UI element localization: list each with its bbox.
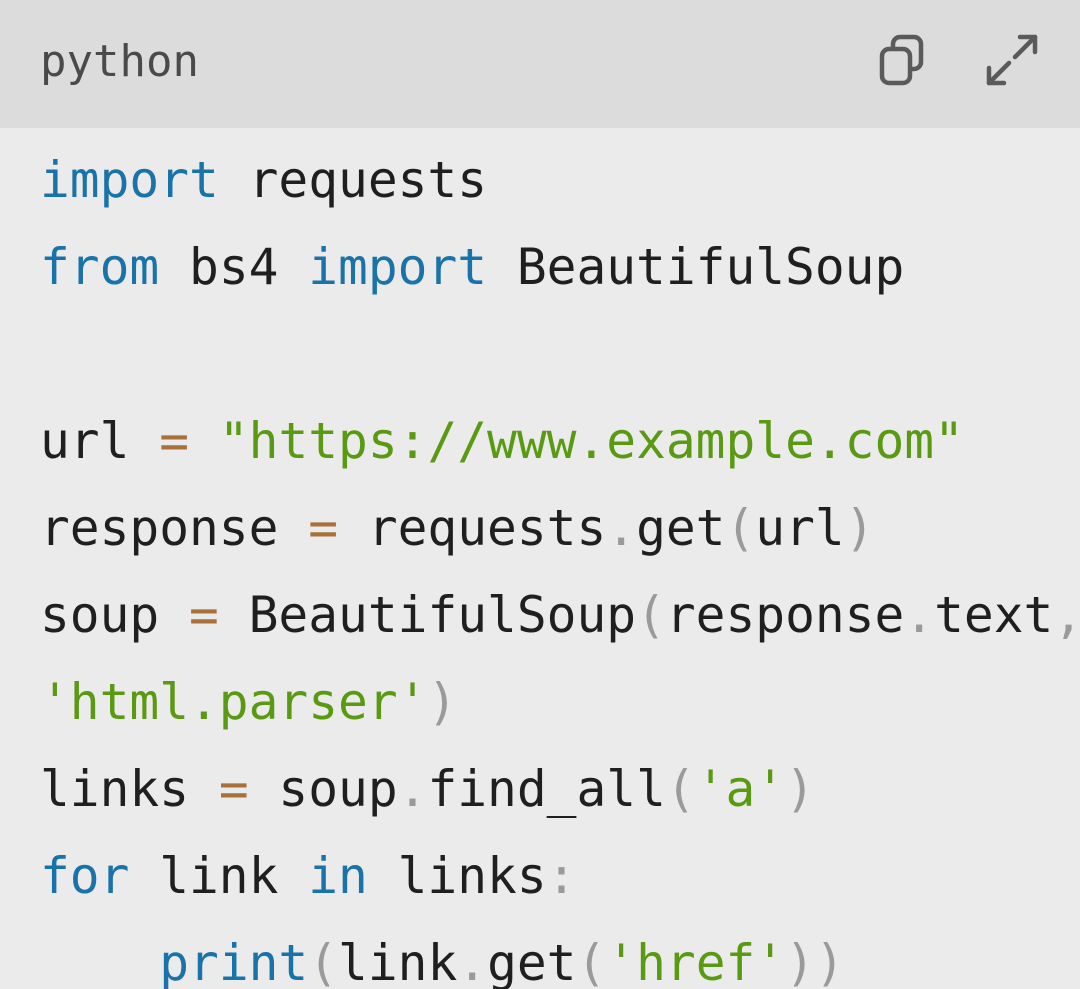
operator-token: =: [189, 586, 219, 644]
code-token: get: [487, 934, 577, 989]
operator-token: =: [218, 760, 249, 818]
expand-button[interactable]: [980, 28, 1044, 92]
punctuation-token: ): [427, 673, 458, 731]
keyword-token: from: [40, 238, 160, 296]
keyword-token: import: [40, 151, 219, 209]
code-line: from bs4 import BeautifulSoup: [40, 224, 1080, 311]
punctuation-token: .: [397, 760, 428, 818]
punctuation-token: ,: [1053, 586, 1080, 644]
string-token: 'href': [606, 934, 786, 989]
operator-token: =: [308, 499, 339, 557]
keyword-token: in: [308, 847, 368, 905]
code-token: soup: [248, 760, 398, 818]
code-token: BeautifulSoup: [487, 238, 905, 296]
code-token: BeautifulSoup: [218, 586, 637, 644]
code-token: soup: [40, 586, 190, 644]
punctuation-token: .: [904, 586, 935, 644]
code-line: links = soup.find_all('a'): [40, 746, 1080, 833]
code-token: requests: [218, 151, 488, 209]
code-token: links: [40, 760, 219, 818]
code-token: requests: [338, 499, 607, 557]
keyword-token: for: [40, 847, 130, 905]
keyword-token: import: [308, 238, 488, 296]
string-token: 'html.parser': [40, 673, 428, 731]
code-line: print(link.get('href')): [40, 920, 1080, 989]
code-line: import requests: [40, 137, 1080, 224]
code-token: response: [665, 586, 905, 644]
code-token: response: [40, 499, 309, 557]
code-token: get: [636, 499, 726, 557]
punctuation-token: ): [844, 499, 875, 557]
code-token: links: [367, 847, 547, 905]
code-token: text: [934, 586, 1054, 644]
language-label: python: [40, 36, 199, 87]
code-token: find_all: [427, 760, 666, 818]
code-line: url = "https://www.example.com": [40, 398, 1080, 485]
code-token: link: [338, 934, 458, 989]
copy-icon: [879, 34, 924, 86]
code-line: soup = BeautifulSoup(response.text,: [40, 572, 1080, 659]
code-content: import requests from bs4 import Beautiful…: [40, 137, 1080, 989]
punctuation-token: (: [576, 934, 607, 989]
code-token: link: [129, 847, 309, 905]
punctuation-token: (: [725, 499, 756, 557]
code-line: 'html.parser'): [40, 659, 1080, 746]
code-token: url: [40, 412, 160, 470]
copy-button[interactable]: [870, 28, 934, 92]
expand-icon: [986, 34, 1038, 86]
punctuation-token: )): [785, 934, 845, 989]
punctuation-token: .: [457, 934, 488, 989]
code-token: bs4: [159, 238, 309, 296]
keyword-token: print: [159, 934, 309, 989]
code-line: response = requests.get(url): [40, 485, 1080, 572]
code-header: python: [0, 0, 1080, 128]
punctuation-token: .: [606, 499, 637, 557]
code-line: for link in links:: [40, 833, 1080, 920]
punctuation-token: (: [308, 934, 339, 989]
code-token: url: [755, 499, 845, 557]
code-block: python import requests from bs4 import Be…: [0, 0, 1080, 989]
string-token: "https://www.example.com": [218, 412, 964, 470]
punctuation-token: ): [785, 760, 815, 818]
punctuation-token: :: [546, 847, 577, 905]
punctuation-token: (: [636, 586, 666, 644]
string-token: 'a': [695, 760, 786, 818]
punctuation-token: (: [665, 760, 696, 818]
operator-token: =: [159, 412, 190, 470]
